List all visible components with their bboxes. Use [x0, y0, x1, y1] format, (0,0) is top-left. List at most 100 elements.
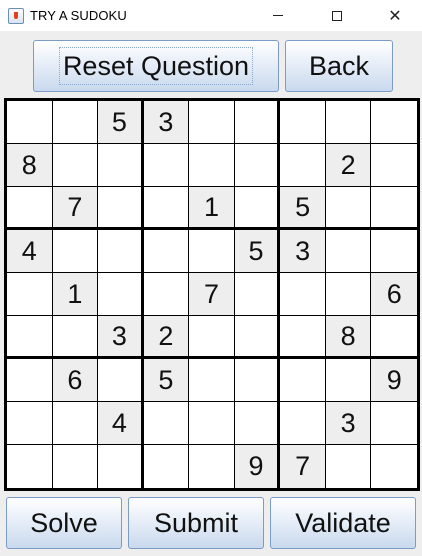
java-app-icon — [8, 7, 24, 24]
sudoku-cell-r3-c3[interactable] — [98, 187, 144, 230]
sudoku-cell-r4-c9[interactable] — [371, 230, 417, 273]
sudoku-cell-r4-c4[interactable] — [143, 230, 190, 273]
sudoku-cell-r2-c2[interactable] — [52, 144, 99, 187]
sudoku-cell-r9-c9[interactable] — [371, 445, 417, 488]
sudoku-cell-r6-c3[interactable]: 3 — [98, 316, 144, 359]
sudoku-cell-r3-c1[interactable] — [7, 187, 53, 230]
sudoku-cell-r2-c3[interactable] — [98, 144, 144, 187]
sudoku-cell-r6-c4[interactable]: 2 — [143, 316, 190, 359]
sudoku-cell-r5-c3[interactable] — [98, 273, 144, 316]
sudoku-cell-r6-c8[interactable]: 8 — [325, 316, 372, 359]
sudoku-cell-r9-c4[interactable] — [143, 445, 190, 488]
sudoku-cell-r3-c9[interactable] — [371, 187, 417, 230]
sudoku-cell-r6-c9[interactable] — [371, 316, 417, 359]
sudoku-cell-r3-c7[interactable]: 5 — [280, 187, 326, 230]
sudoku-cell-r5-c9[interactable]: 6 — [371, 273, 417, 316]
sudoku-cell-r5-c5[interactable]: 7 — [189, 273, 235, 316]
sudoku-cell-r7-c3[interactable] — [98, 359, 144, 402]
sudoku-cell-r2-c4[interactable] — [143, 144, 190, 187]
sudoku-cell-r8-c2[interactable] — [52, 402, 99, 445]
sudoku-cell-r4-c5[interactable] — [189, 230, 235, 273]
maximize-icon — [332, 10, 342, 21]
sudoku-cell-r5-c6[interactable] — [234, 273, 281, 316]
sudoku-cell-r5-c1[interactable] — [7, 273, 53, 316]
sudoku-cell-r9-c3[interactable] — [98, 445, 144, 488]
sudoku-cell-r2-c6[interactable] — [234, 144, 281, 187]
sudoku-cell-r8-c1[interactable] — [7, 402, 53, 445]
close-icon: ✕ — [388, 7, 402, 25]
sudoku-cell-r2-c1[interactable]: 8 — [7, 144, 53, 187]
sudoku-cell-r4-c3[interactable] — [98, 230, 144, 273]
sudoku-cell-r9-c7[interactable]: 7 — [280, 445, 326, 488]
sudoku-cell-r4-c6[interactable]: 5 — [234, 230, 281, 273]
sudoku-cell-r8-c3[interactable]: 4 — [98, 402, 144, 445]
sudoku-cell-r5-c7[interactable] — [280, 273, 326, 316]
sudoku-cell-r2-c9[interactable] — [371, 144, 417, 187]
sudoku-cell-r4-c2[interactable] — [52, 230, 99, 273]
sudoku-cell-r7-c1[interactable] — [7, 359, 53, 402]
back-button[interactable]: Back — [285, 40, 393, 92]
sudoku-cell-r1-c6[interactable] — [234, 101, 281, 144]
validate-label: Validate — [295, 507, 391, 538]
sudoku-cell-r1-c3[interactable]: 5 — [98, 101, 144, 144]
sudoku-cell-r3-c5[interactable]: 1 — [189, 187, 235, 230]
sudoku-cell-r5-c4[interactable] — [143, 273, 190, 316]
sudoku-cell-r9-c5[interactable] — [189, 445, 235, 488]
close-button[interactable]: ✕ — [372, 0, 418, 31]
sudoku-cell-r8-c6[interactable] — [234, 402, 281, 445]
solve-button[interactable]: Solve — [6, 497, 122, 549]
sudoku-cell-r7-c2[interactable]: 6 — [52, 359, 99, 402]
sudoku-cell-r4-c8[interactable] — [325, 230, 372, 273]
sudoku-cell-r8-c4[interactable] — [143, 402, 190, 445]
sudoku-cell-r1-c5[interactable] — [189, 101, 235, 144]
back-label: Back — [308, 50, 370, 81]
window-title: TRY A SUDOKU — [30, 8, 127, 23]
sudoku-cell-r4-c1[interactable]: 4 — [7, 230, 53, 273]
sudoku-cell-r9-c6[interactable]: 9 — [234, 445, 281, 488]
sudoku-cell-r7-c4[interactable]: 5 — [143, 359, 190, 402]
reset-question-button[interactable]: Reset Question — [33, 40, 279, 92]
submit-button[interactable]: Submit — [128, 497, 264, 549]
sudoku-cell-r9-c2[interactable] — [52, 445, 99, 488]
sudoku-cell-r6-c6[interactable] — [234, 316, 281, 359]
sudoku-cell-r6-c1[interactable] — [7, 316, 53, 359]
title-bar: TRY A SUDOKU ✕ — [0, 0, 422, 31]
sudoku-cell-r6-c2[interactable] — [52, 316, 99, 359]
minimize-button[interactable] — [255, 0, 301, 31]
sudoku-cell-r1-c4[interactable]: 3 — [143, 101, 190, 144]
sudoku-cell-r1-c7[interactable] — [280, 101, 326, 144]
sudoku-cell-r1-c8[interactable] — [325, 101, 372, 144]
sudoku-cell-r7-c6[interactable] — [234, 359, 281, 402]
validate-button[interactable]: Validate — [270, 497, 416, 549]
sudoku-cell-r7-c7[interactable] — [280, 359, 326, 402]
sudoku-cell-r6-c7[interactable] — [280, 316, 326, 359]
sudoku-cell-r9-c8[interactable] — [325, 445, 372, 488]
sudoku-cell-r2-c8[interactable]: 2 — [325, 144, 372, 187]
sudoku-cell-r3-c2[interactable]: 7 — [52, 187, 99, 230]
sudoku-cell-r7-c9[interactable]: 9 — [371, 359, 417, 402]
sudoku-cell-r7-c5[interactable] — [189, 359, 235, 402]
sudoku-cell-r8-c8[interactable]: 3 — [325, 402, 372, 445]
sudoku-cell-r5-c2[interactable]: 1 — [52, 273, 99, 316]
sudoku-cell-r8-c9[interactable] — [371, 402, 417, 445]
sudoku-cell-r7-c8[interactable] — [325, 359, 372, 402]
sudoku-cell-r6-c5[interactable] — [189, 316, 235, 359]
reset-question-label: Reset Question — [58, 47, 254, 85]
sudoku-cell-r4-c7[interactable]: 3 — [280, 230, 326, 273]
sudoku-board: 53827154531763286594397 — [4, 98, 420, 491]
sudoku-cell-r5-c8[interactable] — [325, 273, 372, 316]
maximize-button[interactable] — [314, 0, 360, 31]
sudoku-cell-r3-c4[interactable] — [143, 187, 190, 230]
sudoku-cell-r8-c5[interactable] — [189, 402, 235, 445]
sudoku-cell-r2-c7[interactable] — [280, 144, 326, 187]
sudoku-cell-r1-c1[interactable] — [7, 101, 53, 144]
minimize-icon — [273, 15, 283, 16]
sudoku-cell-r8-c7[interactable] — [280, 402, 326, 445]
submit-label: Submit — [153, 507, 239, 538]
sudoku-cell-r1-c9[interactable] — [371, 101, 417, 144]
sudoku-cell-r1-c2[interactable] — [52, 101, 99, 144]
sudoku-cell-r2-c5[interactable] — [189, 144, 235, 187]
sudoku-cell-r9-c1[interactable] — [7, 445, 53, 488]
sudoku-cell-r3-c6[interactable] — [234, 187, 281, 230]
sudoku-cell-r3-c8[interactable] — [325, 187, 372, 230]
